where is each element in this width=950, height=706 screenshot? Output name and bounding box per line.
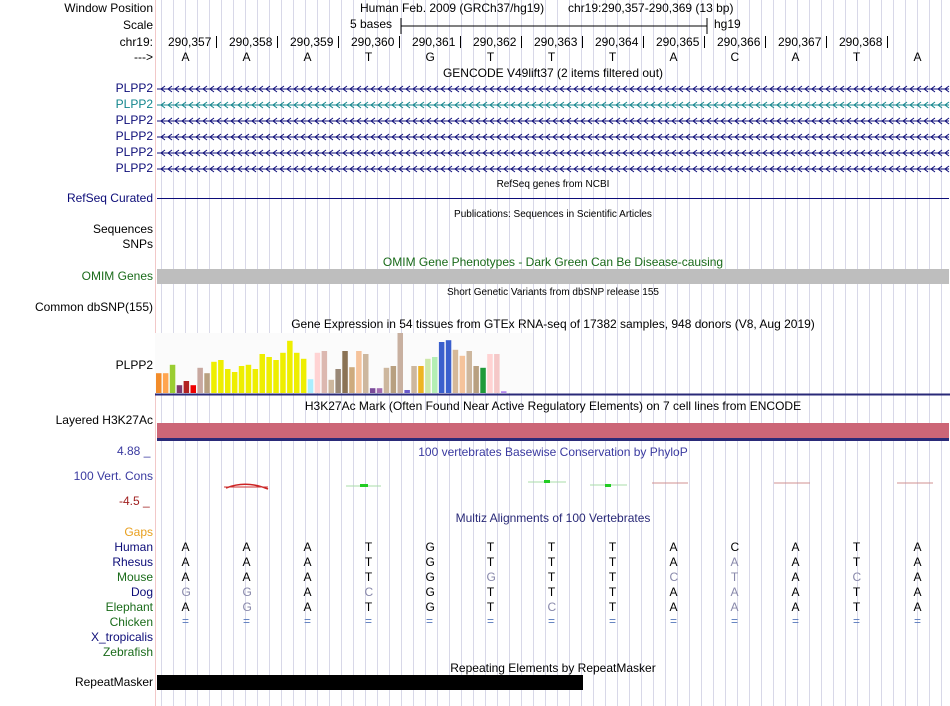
alignment-base: A [913,600,922,614]
phylop-positive-2 [544,480,550,483]
alignment-base: = [425,614,433,628]
alignment-base: = [608,614,616,628]
alignment-base: = [486,614,494,628]
alignment-base: A [303,570,312,584]
alignment-base: = [730,614,738,628]
alignment-base: A [791,585,800,599]
alignment-base: A [669,540,678,554]
alignment-base: G [242,600,252,614]
alignment-base: A [913,585,922,599]
alignment-base: T [852,585,861,599]
alignment-base: = [242,614,250,628]
alignment-base: = [364,614,372,628]
alignment-base: A [669,600,678,614]
alignment-base: T [364,540,373,554]
alignment-base: C [669,570,679,584]
alignment-base: T [547,555,556,569]
alignment-base: A [669,585,678,599]
alignment-base: A [181,600,190,614]
species-label[interactable]: Chicken [110,615,153,629]
alignment-base: = [181,614,189,628]
alignment-base: A [913,540,922,554]
species-label[interactable]: Mouse [117,570,153,584]
alignment-base: T [730,570,739,584]
alignment-base: A [181,540,190,554]
alignment-base: = [303,614,311,628]
alignment-base: G [425,600,435,614]
phylop-positive-3 [605,484,611,487]
alignment-base: T [364,555,373,569]
alignment-base: T [608,585,617,599]
alignment-base: G [486,570,496,584]
alignment-base: A [791,570,800,584]
alignment-base: T [547,585,556,599]
rmsk-label[interactable]: RepeatMasker [75,675,153,690]
rmsk-bar[interactable] [157,675,583,690]
alignment-base: G [242,585,252,599]
alignment-base: T [852,600,861,614]
alignment-base: A [242,570,251,584]
alignment-base: A [181,555,190,569]
alignment-base: G [425,540,435,554]
alignment-base: T [852,555,861,569]
alignment-base: T [608,540,617,554]
alignment-base: = [669,614,677,628]
alignment-base: A [669,555,678,569]
gaps-label[interactable]: Gaps [124,525,153,540]
species-label[interactable]: Rhesus [112,555,153,569]
alignment-base: T [486,585,495,599]
alignment-base: T [608,555,617,569]
alignment-base: C [364,585,374,599]
alignment-base: A [791,600,800,614]
alignment-base: T [364,600,373,614]
species-label[interactable]: Zebrafish [103,645,153,659]
alignment-base: A [730,585,739,599]
alignment-base: T [608,600,617,614]
alignment-base: A [303,600,312,614]
alignment-base: A [913,570,922,584]
alignment-base: = [791,614,799,628]
alignment-base: = [913,614,921,628]
alignment-base: A [730,600,739,614]
alignment-base: G [181,585,191,599]
alignment-base: A [791,540,800,554]
alignment-base: A [730,555,739,569]
alignment-base: T [486,540,495,554]
alignment-base: C [547,600,557,614]
species-label[interactable]: Dog [131,585,153,599]
species-label[interactable]: Human [114,540,153,554]
alignment-base: A [913,555,922,569]
alignment-base: = [547,614,555,628]
alignment-base: A [303,585,312,599]
alignment-base: T [364,570,373,584]
alignment-base: T [852,540,861,554]
alignment-base: T [486,600,495,614]
alignment-base: A [303,540,312,554]
alignment-base: C [730,540,740,554]
species-label[interactable]: X_tropicalis [91,630,153,644]
alignment-base: A [181,570,190,584]
alignment-base: T [547,540,556,554]
alignment-base: A [303,555,312,569]
alignment-base: T [547,570,556,584]
species-label[interactable]: Elephant [106,600,153,614]
alignment-base: A [791,555,800,569]
alignment-base: G [425,570,435,584]
multiz-title: Multiz Alignments of 100 Vertebrates [455,511,651,525]
alignment-base: A [242,555,251,569]
alignment-base: C [852,570,862,584]
phylop-plot[interactable] [0,0,950,500]
alignment-base: = [852,614,860,628]
alignment-base: G [425,555,435,569]
alignment-base: A [242,540,251,554]
alignment-base: T [608,570,617,584]
alignment-base: G [425,585,435,599]
alignment-base: T [486,555,495,569]
rmsk-title: Repeating Elements by RepeatMasker [450,661,656,675]
phylop-positive-1 [360,484,368,487]
